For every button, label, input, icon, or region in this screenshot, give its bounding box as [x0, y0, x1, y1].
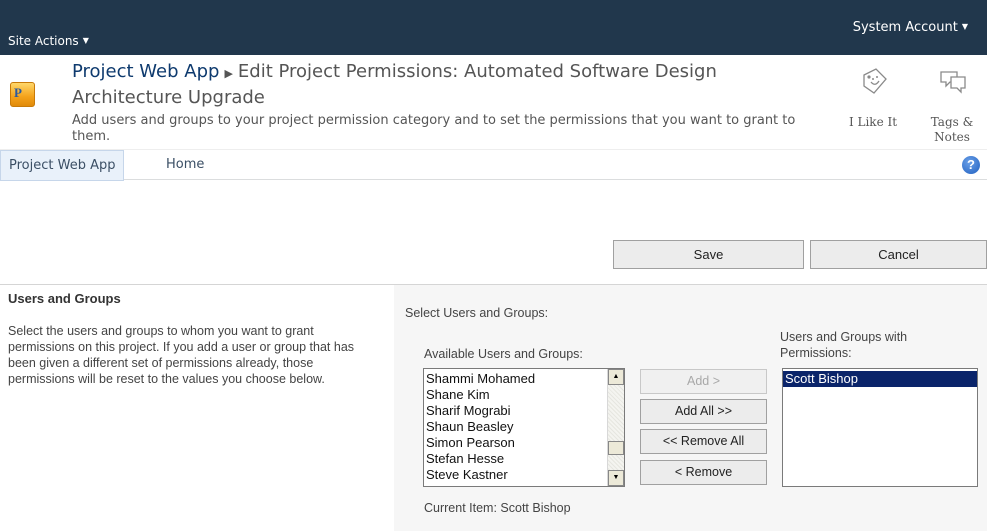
select-users-label: Select Users and Groups:	[405, 306, 549, 320]
scrollbar-thumb[interactable]	[608, 441, 624, 455]
site-actions-menu[interactable]: Site Actions ▼	[8, 34, 89, 48]
page-description: Add users and groups to your project per…	[72, 113, 796, 144]
project-web-app-icon: P	[10, 82, 35, 107]
current-item-label: Current Item: Scott Bishop	[424, 501, 571, 515]
users-groups-description-panel: Users and Groups Select the users and gr…	[0, 284, 394, 531]
remove-button[interactable]: < Remove	[640, 460, 767, 485]
site-actions-label: Site Actions	[8, 34, 79, 48]
scroll-up-icon[interactable]: ▲	[608, 369, 624, 385]
remove-all-button[interactable]: << Remove All	[640, 429, 767, 454]
add-button[interactable]: Add >	[640, 369, 767, 394]
page-header: P Project Web App ▶ Edit Project Permissio…	[0, 55, 987, 149]
help-icon[interactable]: ?	[962, 156, 980, 174]
top-bar: Site Actions ▼ System Account ▼	[0, 0, 987, 55]
account-label: System Account	[852, 20, 958, 35]
account-menu[interactable]: System Account ▼	[853, 20, 968, 35]
i-like-it-icon[interactable]	[858, 66, 890, 98]
list-item[interactable]: Shaun Beasley	[424, 419, 535, 435]
section-title: Users and Groups	[8, 291, 121, 306]
nav-item-home[interactable]: Home	[158, 150, 212, 181]
i-like-it-label[interactable]: I Like It	[848, 115, 898, 130]
top-nav: Project Web App Home ?	[0, 149, 987, 181]
tags-notes-icon[interactable]	[937, 66, 969, 98]
available-users-label: Available Users and Groups:	[424, 347, 583, 361]
cancel-button[interactable]: Cancel	[810, 240, 987, 269]
chevron-down-icon: ▼	[82, 36, 89, 45]
available-users-listbox[interactable]: Shammi Mohamed Shane Kim Sharif Mograbi …	[423, 368, 625, 487]
list-item[interactable]: Sharif Mograbi	[424, 403, 535, 419]
tags-notes-label[interactable]: Tags & Notes	[927, 115, 977, 145]
breadcrumb: Project Web App ▶ Edit Project Permissions…	[72, 60, 832, 110]
list-item[interactable]: Stefan Hesse	[424, 451, 535, 467]
nav-item-project-web-app[interactable]: Project Web App	[0, 150, 125, 181]
section-description: Select the users and groups to whom you …	[8, 324, 355, 386]
listbox-scrollbar[interactable]: ▲ ▼	[607, 369, 624, 486]
breadcrumb-arrow-icon: ▶	[224, 67, 233, 80]
chevron-down-icon: ▼	[961, 22, 968, 31]
list-item[interactable]: Shane Kim	[424, 387, 535, 403]
list-item[interactable]: Shammi Mohamed	[424, 371, 535, 387]
breadcrumb-root-link[interactable]: Project Web App	[72, 61, 219, 82]
list-item[interactable]: Simon Pearson	[424, 435, 535, 451]
scroll-down-icon[interactable]: ▼	[608, 470, 624, 486]
users-with-permissions-listbox[interactable]: Scott Bishop	[782, 368, 978, 487]
list-item[interactable]: Steve Kastner	[424, 467, 535, 483]
add-all-button[interactable]: Add All >>	[640, 399, 767, 424]
users-with-permissions-label: Users and Groups with Permissions:	[780, 330, 908, 360]
list-item[interactable]: Scott Bishop	[783, 371, 977, 387]
save-button[interactable]: Save	[613, 240, 804, 269]
